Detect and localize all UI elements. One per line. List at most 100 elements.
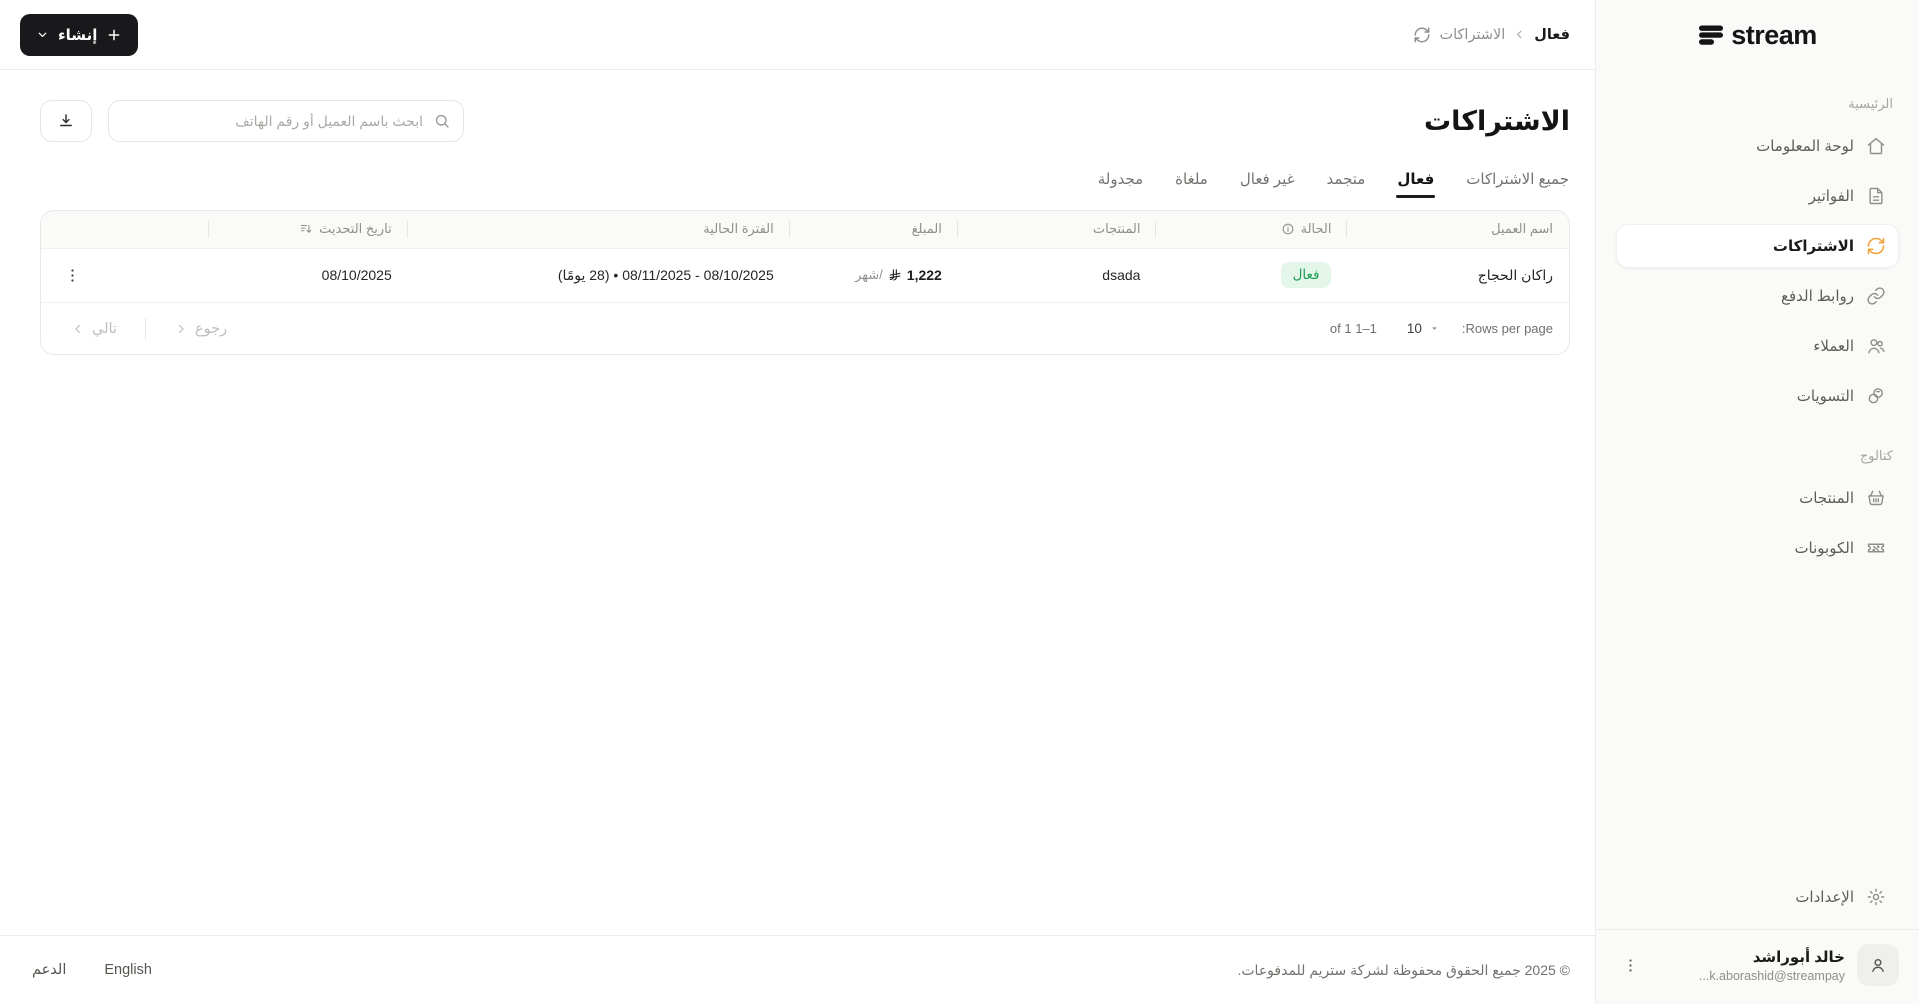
- page-title: الاشتراكات: [1424, 105, 1570, 136]
- sidebar-item-dashboard[interactable]: لوحة المعلومات: [1616, 124, 1899, 168]
- brand-logo[interactable]: stream: [1596, 0, 1919, 70]
- invoice-icon: [1866, 186, 1886, 206]
- home-icon: [1866, 136, 1886, 156]
- sidebar-item-label: التسويات: [1796, 388, 1854, 405]
- export-button[interactable]: [40, 100, 92, 142]
- sidebar-item-settlements[interactable]: التسويات: [1616, 374, 1899, 418]
- cell-current-period: 08/10/2025 - 08/11/2025 • (28 يومًا): [557, 266, 774, 283]
- coins-icon: [1866, 386, 1886, 406]
- dots-vertical-icon: [64, 267, 81, 284]
- sidebar-item-label: الكوبونات: [1794, 540, 1854, 557]
- cell-amount: 1,222 /شهر: [790, 248, 958, 302]
- pagination-nav: رجوع تالي: [65, 317, 233, 340]
- breadcrumb-root[interactable]: الاشتراكات: [1439, 27, 1505, 43]
- brand-name: stream: [1731, 19, 1817, 50]
- cell-products: dsada: [1102, 267, 1141, 284]
- chevron-down-icon: [36, 28, 49, 41]
- main-area: الاشتراكات فعال إنشاء الاشتراكات ابحث با…: [0, 0, 1595, 1004]
- search-box: [108, 100, 464, 142]
- rows-per-page-label: Rows per page:: [1461, 321, 1553, 336]
- tabs: جميع الاشتراكات فعال متجمد غير فعال ملغا…: [40, 170, 1570, 198]
- breadcrumb: الاشتراكات فعال: [1413, 26, 1570, 44]
- column-header-customer: اسم العميل: [1491, 221, 1553, 237]
- support-link[interactable]: الدعم: [32, 962, 66, 978]
- column-header-updated[interactable]: تاريخ التحديث: [209, 211, 408, 248]
- previous-page-label: رجوع: [194, 320, 228, 337]
- row-actions-button[interactable]: [57, 260, 87, 290]
- tab-cancelled[interactable]: ملغاة: [1174, 170, 1209, 198]
- sidebar-item-label: الاشتراكات: [1772, 238, 1854, 255]
- sidebar-bottom: الإعدادات خالد أبوراشد ...k.aborashid@st…: [1596, 875, 1919, 1004]
- user-meta: خالد أبوراشد ...k.aborashid@streampay: [1699, 948, 1845, 983]
- user-email: ...k.aborashid@streampay: [1698, 968, 1845, 983]
- create-button[interactable]: إنشاء: [20, 13, 139, 56]
- sidebar-item-coupons[interactable]: الكوبونات: [1616, 526, 1899, 570]
- cell-actions: [41, 248, 209, 302]
- chevron-right-icon: [174, 322, 188, 336]
- subscriptions-table-card: اسم العميل الحالة المنتجات المبلغ الفترة…: [40, 210, 1570, 355]
- sidebar-item-products[interactable]: المنتجات: [1616, 476, 1899, 520]
- sidebar-item-label: العملاء: [1813, 338, 1854, 355]
- table-pagination: Rows per page: 10 1–1 of 1 رجوع تالي: [41, 302, 1569, 354]
- column-header-products: المنتجات: [958, 211, 1157, 248]
- column-header-actions: [41, 211, 210, 248]
- chevron-left-icon: [71, 322, 85, 336]
- stream-logo-icon: [1698, 23, 1724, 47]
- user-kebab-button[interactable]: [1616, 951, 1644, 979]
- sidebar-section-catalog: كتالوج: [1859, 448, 1893, 463]
- user-menu[interactable]: خالد أبوراشد ...k.aborashid@streampay: [1596, 929, 1919, 1004]
- gear-icon: [1866, 887, 1886, 907]
- tab-active[interactable]: فعال: [1396, 170, 1436, 198]
- next-page-label: تالي: [92, 320, 117, 337]
- cell-updated-date: 08/10/2025: [321, 267, 392, 284]
- create-button-label: إنشاء: [58, 26, 98, 44]
- chevron-left-icon: [1513, 28, 1526, 41]
- table-header-row: اسم العميل الحالة المنتجات المبلغ الفترة…: [41, 211, 1569, 248]
- sidebar-item-payment-links[interactable]: روابط الدفع: [1616, 274, 1899, 318]
- info-icon[interactable]: [1281, 222, 1295, 236]
- sidebar-item-customers[interactable]: العملاء: [1616, 324, 1899, 368]
- users-icon: [1866, 336, 1886, 356]
- basket-icon: [1866, 488, 1886, 508]
- amount-value: 1,222: [906, 267, 942, 284]
- column-header-amount: المبلغ: [790, 211, 958, 248]
- column-header-status: الحالة: [1156, 211, 1348, 248]
- plus-icon: [106, 27, 122, 43]
- download-icon: [57, 112, 75, 130]
- sidebar-item-invoices[interactable]: الفواتير: [1616, 174, 1899, 218]
- sidebar-nav: الرئيسية لوحة المعلومات الفواتير الاشترا…: [1596, 70, 1919, 576]
- table-row[interactable]: راكان الحجاج فعال dsada 1,222 /شهر 08/10…: [41, 248, 1569, 302]
- person-icon: [1868, 955, 1888, 975]
- rows-per-page-select[interactable]: 10: [1407, 321, 1440, 336]
- sar-currency-icon: [888, 268, 902, 282]
- amount-period: /شهر: [855, 267, 883, 283]
- sidebar-item-settings[interactable]: الإعدادات: [1616, 875, 1899, 919]
- sidebar-item-label: لوحة المعلومات: [1756, 138, 1854, 155]
- sidebar-item-label: روابط الدفع: [1780, 288, 1854, 305]
- user-name: خالد أبوراشد: [1752, 948, 1845, 966]
- tab-scheduled[interactable]: مجدولة: [1097, 170, 1144, 198]
- rows-per-page-value: 10: [1406, 321, 1422, 336]
- sidebar-item-label: الفواتير: [1808, 188, 1854, 205]
- head-actions: [40, 100, 464, 142]
- cell-customer: راكان الحجاج: [1477, 266, 1553, 283]
- language-toggle[interactable]: English: [104, 962, 152, 978]
- sync-icon: [1866, 236, 1886, 256]
- pagination-divider: [144, 317, 146, 340]
- topbar: الاشتراكات فعال إنشاء: [0, 0, 1595, 70]
- previous-page-button[interactable]: رجوع: [168, 321, 233, 337]
- tab-frozen[interactable]: متجمد: [1326, 170, 1367, 198]
- tab-inactive[interactable]: غير فعال: [1239, 170, 1296, 198]
- page-footer: © 2025 جميع الحقوق محفوظة لشركة ستريم لل…: [0, 935, 1595, 1004]
- tab-all-subscriptions[interactable]: جميع الاشتراكات: [1465, 170, 1570, 198]
- sidebar-item-label: الإعدادات: [1795, 889, 1854, 906]
- displayed-rows: 1–1 of 1: [1329, 321, 1377, 336]
- sidebar-item-subscriptions[interactable]: الاشتراكات: [1616, 224, 1899, 268]
- sort-descending-icon: [299, 222, 313, 236]
- page-head: الاشتراكات: [40, 100, 1570, 142]
- dots-vertical-icon: [1622, 957, 1639, 974]
- next-page-button[interactable]: تالي: [65, 321, 123, 337]
- footer-links: English الدعم: [32, 962, 152, 978]
- breadcrumb-current: فعال: [1534, 26, 1570, 43]
- search-input[interactable]: [108, 100, 464, 142]
